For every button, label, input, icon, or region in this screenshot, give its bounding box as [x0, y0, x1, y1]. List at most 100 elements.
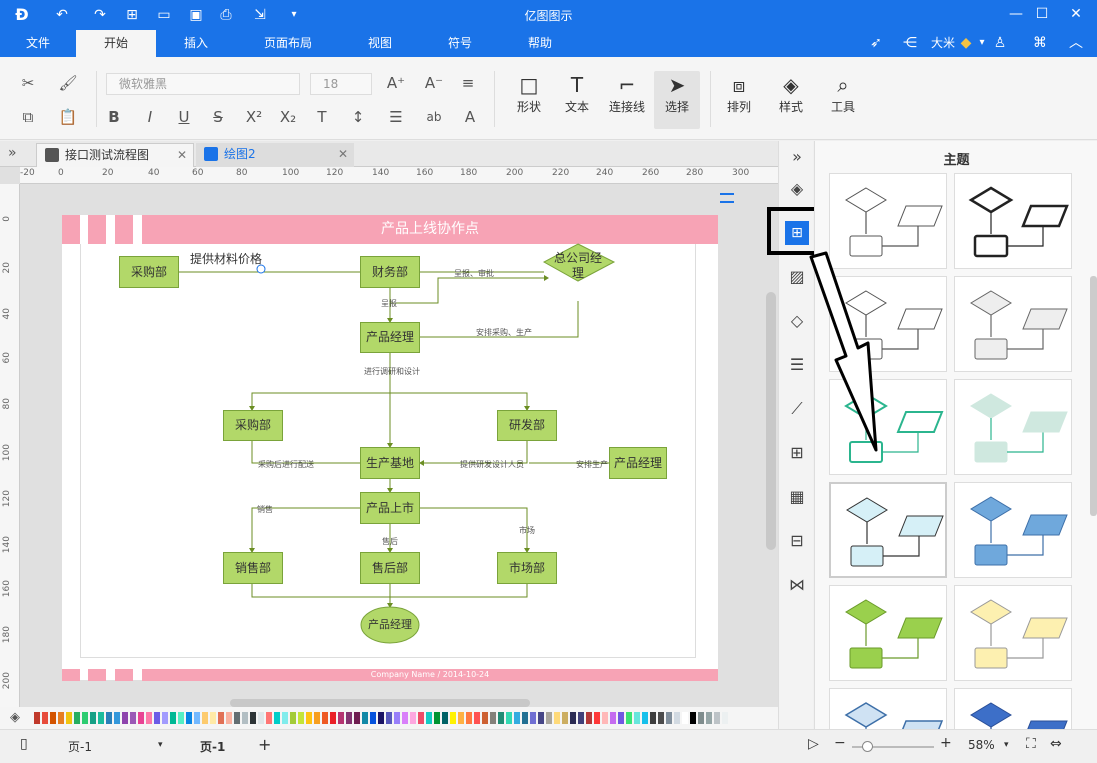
color-swatch[interactable]: [482, 712, 488, 724]
color-swatch[interactable]: [714, 712, 720, 724]
underline-icon[interactable]: U: [174, 107, 194, 127]
color-swatch[interactable]: [618, 712, 624, 724]
image-icon[interactable]: ▨: [785, 265, 809, 289]
share-icon[interactable]: ⋲: [900, 33, 920, 53]
color-swatch[interactable]: [650, 712, 656, 724]
color-swatch[interactable]: [258, 712, 264, 724]
theme-thumbnail[interactable]: [829, 276, 947, 372]
menu-insert[interactable]: 插入: [156, 30, 236, 57]
color-swatch[interactable]: [362, 712, 368, 724]
page-dropdown-icon[interactable]: ▾: [158, 740, 163, 750]
theme-panel-scrollbar[interactable]: [1090, 276, 1097, 516]
color-swatch[interactable]: [82, 712, 88, 724]
color-swatch[interactable]: [266, 712, 272, 724]
color-swatch[interactable]: [434, 712, 440, 724]
color-swatch[interactable]: [106, 712, 112, 724]
theme-thumbnail[interactable]: [829, 585, 947, 681]
color-swatch[interactable]: [74, 712, 80, 724]
menu-home[interactable]: 开始: [76, 30, 156, 57]
color-swatch[interactable]: [442, 712, 448, 724]
canvas-horizontal-scrollbar[interactable]: [230, 699, 530, 707]
color-swatch[interactable]: [506, 712, 512, 724]
user-name[interactable]: 大米: [928, 30, 958, 57]
page-view-icon[interactable]: [720, 193, 734, 203]
color-swatch[interactable]: [330, 712, 336, 724]
menu-page-layout[interactable]: 页面布局: [236, 30, 340, 57]
select-tool-button[interactable]: ➤ 选择: [654, 71, 700, 129]
font-family-select[interactable]: 微软雅黑: [106, 73, 300, 95]
fit-width-icon[interactable]: ⇔: [1050, 736, 1062, 752]
expand-panel-icon[interactable]: »: [8, 145, 26, 161]
theme-thumbnail[interactable]: [829, 688, 947, 729]
minimize-icon[interactable]: —: [1004, 4, 1028, 24]
color-swatch[interactable]: [418, 712, 424, 724]
subscript-icon[interactable]: X₂: [278, 107, 298, 127]
table-icon[interactable]: ⊞: [785, 441, 809, 465]
theme-thumbnail[interactable]: [954, 173, 1072, 269]
color-swatch[interactable]: [122, 712, 128, 724]
zoom-slider-thumb[interactable]: [862, 741, 873, 752]
text-tool-button[interactable]: T 文本: [554, 71, 600, 129]
apps-grid-icon[interactable]: ⌘: [1030, 33, 1050, 53]
theme-thumbnail[interactable]: [829, 482, 947, 578]
node-purchasing-2[interactable]: 采购部: [223, 410, 283, 441]
color-swatch[interactable]: [338, 712, 344, 724]
text-case-icon[interactable]: ab: [424, 107, 444, 127]
color-swatch[interactable]: [218, 712, 224, 724]
play-icon[interactable]: ▷: [808, 736, 819, 752]
color-swatch[interactable]: [658, 712, 664, 724]
color-swatch[interactable]: [562, 712, 568, 724]
paste-icon[interactable]: 📋: [58, 107, 78, 127]
text-style-icon[interactable]: T: [312, 107, 332, 127]
fill-bucket-icon[interactable]: ◈: [785, 177, 809, 201]
theme-thumbnail[interactable]: [954, 276, 1072, 372]
color-swatch[interactable]: [610, 712, 616, 724]
italic-icon[interactable]: I: [140, 107, 160, 127]
color-swatch[interactable]: [298, 712, 304, 724]
color-swatch[interactable]: [498, 712, 504, 724]
network-icon[interactable]: ⋈: [785, 573, 809, 597]
color-swatch[interactable]: [546, 712, 552, 724]
presentation-icon[interactable]: ⊟: [785, 529, 809, 553]
color-swatch[interactable]: [602, 712, 608, 724]
zoom-level[interactable]: 58%: [968, 738, 995, 752]
color-swatch[interactable]: [234, 712, 240, 724]
color-swatch[interactable]: [250, 712, 256, 724]
node-rnd[interactable]: 研发部: [497, 410, 557, 441]
menu-view[interactable]: 视图: [340, 30, 420, 57]
color-swatch[interactable]: [466, 712, 472, 724]
color-swatch[interactable]: [698, 712, 704, 724]
color-swatch[interactable]: [674, 712, 680, 724]
color-swatch[interactable]: [154, 712, 160, 724]
color-swatch[interactable]: [722, 712, 728, 724]
color-swatch[interactable]: [642, 712, 648, 724]
node-marketing[interactable]: 市场部: [497, 552, 557, 584]
theme-thumbnail[interactable]: [954, 379, 1072, 475]
color-swatch[interactable]: [386, 712, 392, 724]
notes-icon[interactable]: ☰: [785, 353, 809, 377]
color-swatch[interactable]: [186, 712, 192, 724]
zoom-out-icon[interactable]: −: [834, 735, 846, 751]
page-thumbnail-icon[interactable]: ▯: [20, 736, 28, 752]
collapse-panel-icon[interactable]: »: [785, 145, 809, 169]
close-window-icon[interactable]: ✕: [1064, 4, 1088, 24]
node-production-base[interactable]: 生产基地: [360, 447, 420, 479]
tab-drawing2[interactable]: 绘图2 ✕: [196, 143, 354, 167]
collapse-ribbon-icon[interactable]: ︿: [1066, 33, 1086, 53]
fill-color-icon[interactable]: ◈: [10, 710, 20, 725]
color-swatch[interactable]: [514, 712, 520, 724]
canvas-area[interactable]: -20 0 20 40 60 80 100 120 140 160 180 200 220 240 260 2…: [0, 167, 778, 707]
color-swatch[interactable]: [458, 712, 464, 724]
color-swatch[interactable]: [682, 712, 688, 724]
color-swatch[interactable]: [34, 712, 40, 724]
color-swatch[interactable]: [290, 712, 296, 724]
strikethrough-icon[interactable]: S: [208, 107, 228, 127]
theme-thumbnail[interactable]: [954, 585, 1072, 681]
color-swatch[interactable]: [394, 712, 400, 724]
color-swatch[interactable]: [346, 712, 352, 724]
diagram-footer[interactable]: Company Name / 2014-10-24: [142, 669, 718, 681]
color-swatch[interactable]: [282, 712, 288, 724]
color-swatch[interactable]: [530, 712, 536, 724]
color-swatch[interactable]: [522, 712, 528, 724]
color-swatch[interactable]: [570, 712, 576, 724]
